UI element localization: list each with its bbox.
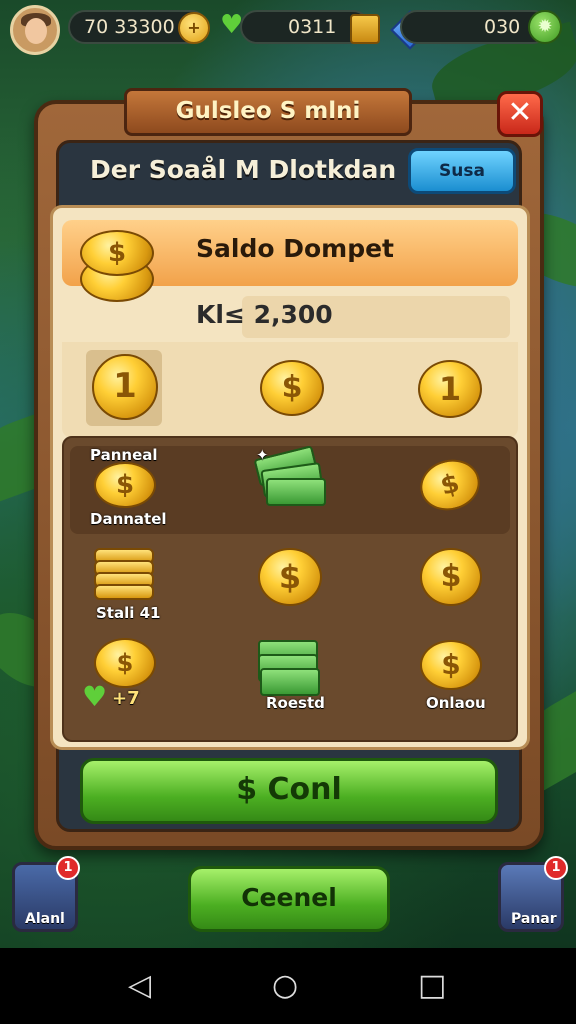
add-coins-label: + xyxy=(187,18,201,37)
settings-gear-icon[interactable]: ✹ xyxy=(528,10,562,44)
coin-counter-value: 70 33300 xyxy=(84,16,175,38)
primary-buy-button[interactable]: $ Conl xyxy=(80,758,498,824)
dollar-coin-icon[interactable]: $ xyxy=(420,640,482,690)
wallet-header-title: Saldo Dompet xyxy=(196,234,394,263)
wallet-amount: Kl≤ 2,300 xyxy=(196,300,333,329)
gem-counter-value: 0311 xyxy=(288,16,337,38)
dollar-coin-icon[interactable]: $ xyxy=(258,548,322,606)
dialog-subtitle: Der Soaål M Dlotkdan xyxy=(90,155,397,184)
notification-badge: 1 xyxy=(544,856,568,880)
coin-one-label: 1 xyxy=(113,366,137,406)
close-button[interactable]: ✕ xyxy=(497,91,543,137)
side-card-label: Panar xyxy=(511,911,557,927)
coin-one-icon[interactable]: 1 xyxy=(418,360,482,418)
coin-one-icon[interactable]: 1 xyxy=(92,354,158,420)
item-label: Onlaou xyxy=(426,694,486,712)
dollar-coin-icon[interactable]: $ xyxy=(260,360,324,416)
dollar-coin-icon[interactable]: $ xyxy=(94,462,156,508)
player-avatar[interactable]: ↓ xyxy=(10,5,60,55)
avatar-face xyxy=(25,18,47,44)
recent-apps-icon[interactable]: □ xyxy=(418,970,446,1002)
avatar-level-icon: ↓ xyxy=(49,44,57,52)
back-icon[interactable]: ◁ xyxy=(128,970,151,1002)
item-bonus-label: +7 xyxy=(112,688,140,709)
close-icon: ✕ xyxy=(507,95,533,130)
notification-badge: 1 xyxy=(56,856,80,880)
item-label: Dannatel xyxy=(90,510,167,528)
item-label: Roestd xyxy=(266,694,325,712)
crate-icon[interactable] xyxy=(350,14,380,44)
add-coins-button[interactable]: + xyxy=(178,12,210,44)
side-card-label: Alanl xyxy=(25,911,65,927)
cancel-button[interactable]: Ceenel xyxy=(188,866,390,932)
heart-icon: ♥ xyxy=(82,680,108,713)
coin-one-label: 1 xyxy=(438,370,462,408)
home-icon[interactable]: ○ xyxy=(272,970,298,1002)
coin-stack-icon[interactable] xyxy=(94,548,154,604)
energy-counter-value: 030 xyxy=(484,16,521,38)
top-resource-bar: ↓ 70 33300 + ♥ 0311 030 ✹ xyxy=(0,0,576,62)
item-label: Stali 41 xyxy=(96,604,161,622)
blue-action-button[interactable]: Susa xyxy=(408,148,516,194)
dialog-title: Gulsleo S mlni xyxy=(124,88,412,136)
dollar-coin-icon[interactable]: $ xyxy=(420,548,482,606)
dollar-coin-icon: $ xyxy=(80,230,154,276)
sparkle-icon: ✦ xyxy=(256,446,269,464)
